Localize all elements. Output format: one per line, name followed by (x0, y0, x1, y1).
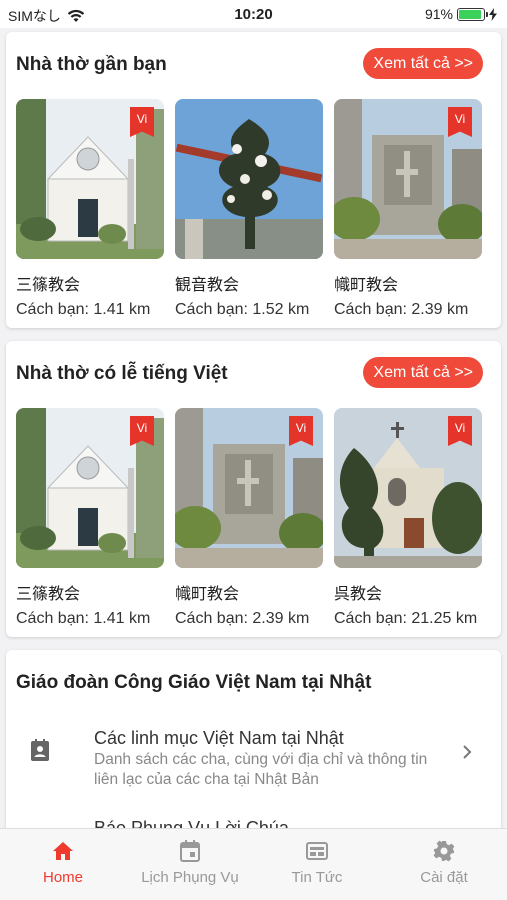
battery-icon (457, 7, 488, 21)
calendar-icon (180, 840, 200, 862)
list-item-liturgy-newsletter[interactable]: Báo Phụng Vụ Lời Chúa (94, 818, 289, 828)
tab-liturgical-calendar[interactable]: Lịch Phụng Vụ (127, 839, 253, 886)
battery-level (459, 9, 481, 19)
church-name: 呉教会 (334, 584, 383, 603)
vietnamese-mass-church-list: Vi 三篠教会 Cách bạn: 1.41 km Vi 幟町教会 Cách b… (16, 408, 486, 627)
church-name: 観音教会 (175, 275, 240, 294)
vietnamese-mass-card: Nhà thờ có lễ tiếng Việt Xem tất cả >> V… (6, 341, 501, 637)
list-item-priests[interactable]: Các linh mục Việt Nam tại Nhật Danh sách… (6, 726, 501, 806)
news-icon (306, 842, 328, 860)
church-distance: Cách bạn: 1.41 km (16, 301, 151, 318)
list-item-title: Các linh mục Việt Nam tại Nhật (94, 728, 344, 748)
home-scroll[interactable]: Nhà thờ gần bạn Xem tất cả >> Vi 三篠教会 Cá… (0, 28, 507, 828)
tab-settings[interactable]: Cài đặt (381, 839, 507, 886)
status-bar: SIMなし 10:20 91% (0, 0, 507, 28)
community-card: Giáo đoàn Công Giáo Việt Nam tại Nhật Cá… (6, 650, 501, 828)
church-photo: Vi (16, 408, 164, 568)
gear-icon (433, 840, 455, 862)
church-card[interactable]: Vi 幟町教会 Cách bạn: 2.39 km (175, 408, 323, 628)
vietnamese-mass-title: Nhà thờ có lễ tiếng Việt (16, 363, 228, 384)
church-photo: Vi (334, 408, 482, 568)
church-card[interactable]: Vi 三篠教会 Cách bạn: 1.41 km (16, 99, 164, 319)
church-distance: Cách bạn: 2.39 km (334, 301, 469, 318)
tab-news[interactable]: Tin Tức (254, 839, 380, 886)
church-card[interactable]: Vi 呉教会 Cách bạn: 21.25 km (334, 408, 482, 628)
tab-home[interactable]: Home (0, 839, 126, 886)
church-card[interactable]: 観音教会 Cách bạn: 1.52 km (175, 99, 323, 319)
status-right: 91% (425, 6, 497, 22)
nearby-see-all-button[interactable]: Xem tất cả >> (363, 48, 483, 79)
tab-label: Lịch Phụng Vụ (141, 869, 239, 886)
tab-label: Tin Tức (291, 869, 343, 886)
tab-label: Home (42, 869, 83, 886)
church-distance: Cách bạn: 1.52 km (175, 301, 310, 318)
church-distance: Cách bạn: 21.25 km (334, 610, 478, 627)
vietnamese-mass-see-all-button[interactable]: Xem tất cả >> (363, 357, 483, 388)
tab-label: Cài đặt (420, 869, 468, 886)
church-photo: Vi (175, 408, 323, 568)
nearby-church-list: Vi 三篠教会 Cách bạn: 1.41 km 観音教会 Cách bạn:… (16, 99, 486, 318)
church-photo (175, 99, 323, 259)
chevron-right-icon (463, 745, 472, 759)
list-item-description: Danh sách các cha, cùng với địa chỉ và t… (94, 751, 428, 788)
church-distance: Cách bạn: 1.41 km (16, 610, 151, 627)
charging-bolt-icon (489, 7, 497, 21)
church-name: 三篠教会 (16, 275, 81, 294)
community-title: Giáo đoàn Công Giáo Việt Nam tại Nhật (16, 672, 372, 693)
church-name: 三篠教会 (16, 584, 81, 603)
bottom-tab-bar: Home Lịch Phụng Vụ Tin Tức Cài đặt (0, 828, 507, 900)
church-name: 幟町教会 (175, 584, 240, 603)
church-card[interactable]: Vi 幟町教会 Cách bạn: 2.39 km (334, 99, 482, 319)
church-name: 幟町教会 (334, 275, 399, 294)
church-photo: Vi (16, 99, 164, 259)
home-icon (53, 842, 73, 860)
church-distance: Cách bạn: 2.39 km (175, 610, 310, 627)
church-card[interactable]: Vi 三篠教会 Cách bạn: 1.41 km (16, 408, 164, 628)
nearby-churches-card: Nhà thờ gần bạn Xem tất cả >> Vi 三篠教会 Cá… (6, 32, 501, 328)
contact-card-icon (31, 739, 49, 761)
nearby-title: Nhà thờ gần bạn (16, 54, 167, 75)
battery-percent: 91% (424, 6, 453, 22)
church-photo: Vi (334, 99, 482, 259)
